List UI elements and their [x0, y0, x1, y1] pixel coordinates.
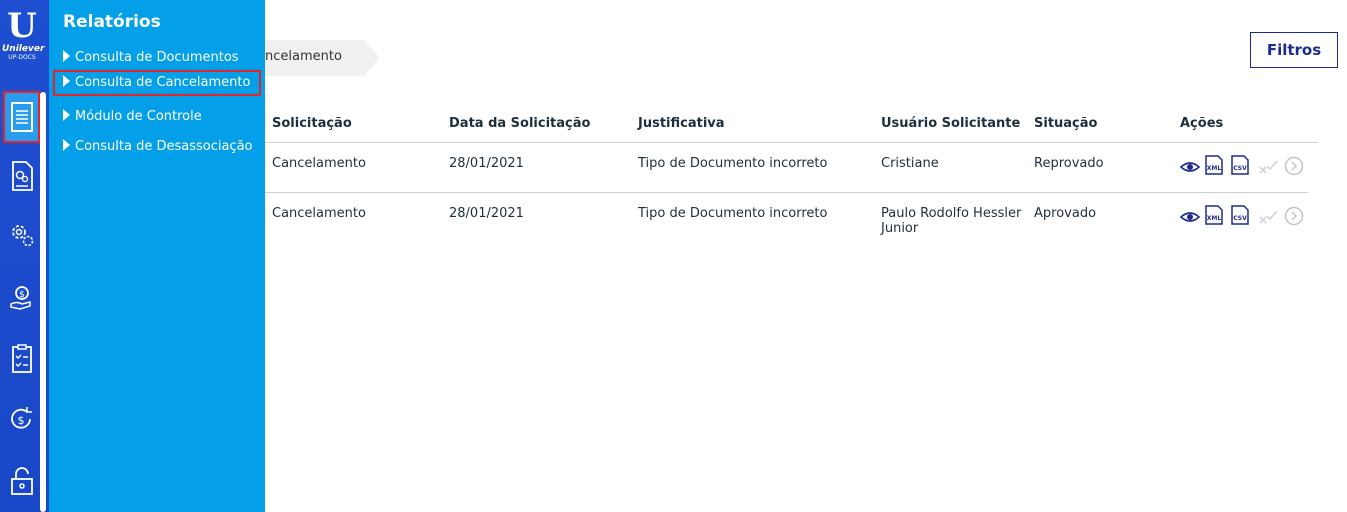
money-hand-icon[interactable]: $: [6, 277, 38, 315]
checklist-clipboard-icon[interactable]: [6, 340, 38, 378]
svg-text:XML: XML: [1207, 165, 1222, 172]
svg-text:$: $: [18, 414, 25, 427]
menu-link-modulo-controle[interactable]: Módulo de Controle: [63, 104, 202, 130]
column-header-data[interactable]: Data da Solicitação: [449, 116, 590, 131]
column-header-solicitacao[interactable]: Solicitação: [272, 116, 352, 131]
csv-file-icon[interactable]: CSV: [1230, 205, 1250, 225]
menu-link-consulta-documentos[interactable]: Consulta de Documentos: [63, 45, 239, 71]
svg-text:CSV: CSV: [1233, 215, 1247, 222]
icon-sidebar: U Unilever UP-DOCS $ $: [0, 0, 49, 512]
document-settings-icon[interactable]: [6, 157, 38, 195]
svg-text:$: $: [19, 290, 25, 300]
eye-icon[interactable]: [1180, 207, 1200, 227]
logo-brand: Unilever: [2, 44, 45, 54]
cell-justificativa: Tipo de Documento incorreto: [638, 156, 828, 171]
chevron-right-circle-icon: [1284, 156, 1304, 176]
cell-data: 28/01/2021: [449, 156, 524, 171]
settings-gears-icon[interactable]: [6, 216, 38, 254]
header-divider: [265, 142, 1318, 143]
unilever-logo: U Unilever UP-DOCS: [2, 6, 45, 61]
approve-reject-icon: [1259, 160, 1278, 174]
column-header-justificativa[interactable]: Justificativa: [638, 116, 725, 131]
caret-right-icon: [63, 50, 70, 62]
menu-link-consulta-desassociacao[interactable]: Consulta de Desassociação: [63, 134, 253, 160]
filters-button[interactable]: Filtros: [1250, 32, 1338, 68]
menu-heading: Relatórios: [63, 12, 161, 32]
menu-link-consulta-cancelamento[interactable]: Consulta de Cancelamento: [53, 70, 261, 96]
eye-icon[interactable]: [1180, 157, 1200, 177]
refund-dollar-icon[interactable]: $: [6, 400, 38, 438]
caret-right-icon: [63, 139, 70, 151]
cell-usuario-line1: Paulo Rodolfo Hessler: [881, 206, 1022, 221]
menu-panel-content: Relatórios Consulta de Documentos Consul…: [49, 0, 265, 512]
cell-solicitacao: Cancelamento: [272, 156, 366, 171]
cell-data: 28/01/2021: [449, 206, 524, 221]
xml-file-icon[interactable]: XML: [1204, 155, 1224, 175]
breadcrumb[interactable]: Cancelamento: [248, 40, 380, 76]
xml-file-icon[interactable]: XML: [1204, 205, 1224, 225]
reports-document-icon[interactable]: [3, 91, 40, 143]
caret-right-icon: [63, 109, 70, 121]
cell-justificativa: Tipo de Documento incorreto: [638, 206, 828, 221]
cell-situacao: Reprovado: [1034, 156, 1104, 171]
cell-usuario: Cristiane: [881, 156, 939, 171]
column-header-acoes: Ações: [1180, 116, 1224, 131]
csv-file-icon[interactable]: CSV: [1230, 155, 1250, 175]
svg-text:CSV: CSV: [1233, 165, 1247, 172]
column-header-usuario[interactable]: Usuário Solicitante: [881, 116, 1020, 131]
unlock-icon[interactable]: [6, 462, 38, 500]
cell-solicitacao: Cancelamento: [272, 206, 366, 221]
row-divider: [265, 192, 1308, 193]
svg-text:XML: XML: [1207, 215, 1222, 222]
caret-right-icon: [63, 75, 70, 87]
column-header-situacao[interactable]: Situação: [1034, 116, 1097, 131]
approve-reject-icon: [1259, 210, 1278, 224]
sidebar-scroll-rail: [40, 92, 46, 512]
cell-situacao: Aprovado: [1034, 206, 1097, 221]
chevron-right-circle-icon: [1284, 206, 1304, 226]
logo-subtitle: UP-DOCS: [8, 54, 36, 61]
cell-usuario-line2: Junior: [881, 221, 919, 236]
